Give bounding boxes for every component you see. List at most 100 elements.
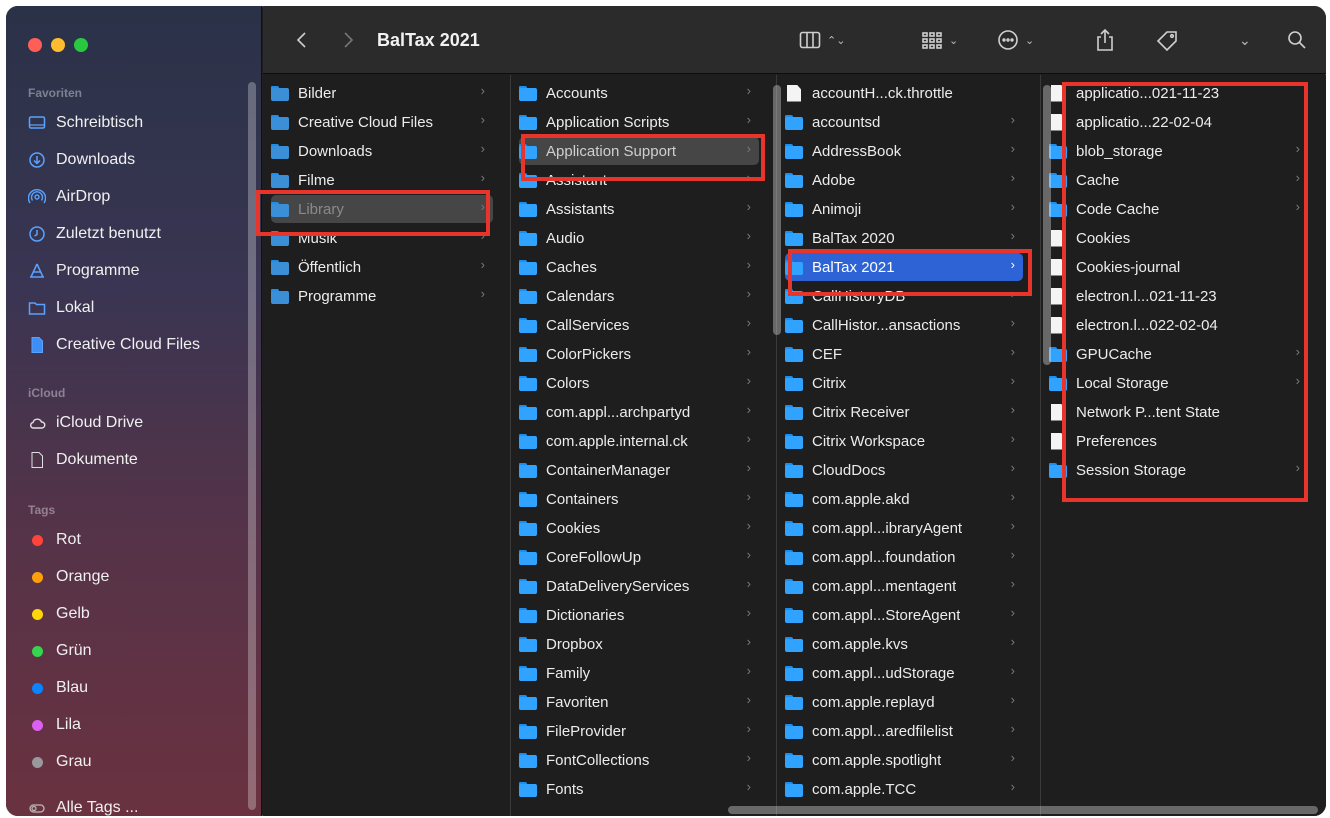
folder-row[interactable]: com.apple.TCC › xyxy=(785,775,1023,803)
folder-row[interactable]: com.appl...mentagent › xyxy=(785,572,1023,600)
sidebar-item-creative-cloud-files[interactable]: Creative Cloud Files xyxy=(28,330,200,360)
sidebar-tag-6[interactable]: Grau xyxy=(28,747,92,777)
folder-row[interactable]: Animoji › xyxy=(785,195,1023,223)
sidebar-tag-2[interactable]: Gelb xyxy=(28,599,90,629)
folder-row[interactable]: Family › xyxy=(519,659,759,687)
folder-row[interactable]: Calendars › xyxy=(519,282,759,310)
file-row[interactable]: electron.l...022-02-04 xyxy=(1049,311,1308,339)
folder-row[interactable]: Favoriten › xyxy=(519,688,759,716)
sidebar-item-zuletzt-benutzt[interactable]: Zuletzt benutzt xyxy=(28,219,161,249)
folder-row[interactable]: Downloads › xyxy=(271,137,493,165)
file-row[interactable]: applicatio...22-02-04 xyxy=(1049,108,1308,136)
folder-row[interactable]: CallHistoryDB › xyxy=(785,282,1023,310)
folder-row[interactable]: ColorPickers › xyxy=(519,340,759,368)
folder-row[interactable]: blob_storage › xyxy=(1049,137,1308,165)
folder-row[interactable]: com.appl...udStorage › xyxy=(785,659,1023,687)
sidebar-tag-5[interactable]: Lila xyxy=(28,710,81,740)
file-row[interactable]: accountH...ck.throttle xyxy=(785,79,1023,107)
sidebar-item-schreibtisch[interactable]: Schreibtisch xyxy=(28,108,143,138)
folder-row[interactable]: com.apple.kvs › xyxy=(785,630,1023,658)
sidebar-tag-0[interactable]: Rot xyxy=(28,525,81,555)
folder-row[interactable]: CallServices › xyxy=(519,311,759,339)
sidebar-item-airdrop[interactable]: AirDrop xyxy=(28,182,110,212)
folder-row[interactable]: Application Scripts › xyxy=(519,108,759,136)
group-button[interactable]: ⌄ xyxy=(921,6,958,74)
forward-button[interactable] xyxy=(341,6,355,74)
folder-row[interactable]: com.apple.akd › xyxy=(785,485,1023,513)
file-row[interactable]: Network P...tent State xyxy=(1049,398,1308,426)
folder-row[interactable]: CallHistor...ansactions › xyxy=(785,311,1023,339)
sidebar-item-lokal[interactable]: Lokal xyxy=(28,293,94,323)
folder-row[interactable]: Citrix › xyxy=(785,369,1023,397)
folder-row[interactable]: Citrix Workspace › xyxy=(785,427,1023,455)
folder-row[interactable]: Cookies › xyxy=(519,514,759,542)
file-row[interactable]: Cookies-journal xyxy=(1049,253,1308,281)
folder-row[interactable]: Filme › xyxy=(271,166,493,194)
action-menu-button[interactable]: ⌄ xyxy=(997,6,1034,74)
folder-row[interactable]: Citrix Receiver › xyxy=(785,398,1023,426)
folder-row[interactable]: Öffentlich › xyxy=(271,253,493,281)
column-3-scrollbar[interactable] xyxy=(1043,85,1051,365)
folder-row[interactable]: Assistant › xyxy=(519,166,759,194)
file-row[interactable]: electron.l...021-11-23 xyxy=(1049,282,1308,310)
folder-row[interactable]: Local Storage › xyxy=(1049,369,1308,397)
folder-row[interactable]: com.appl...archpartyd › xyxy=(519,398,759,426)
folder-row[interactable]: Assistants › xyxy=(519,195,759,223)
sidebar-item-dokumente[interactable]: Dokumente xyxy=(28,445,138,475)
file-row[interactable]: applicatio...021-11-23 xyxy=(1049,79,1308,107)
folder-row[interactable]: Session Storage › xyxy=(1049,456,1308,484)
share-button[interactable] xyxy=(1095,6,1115,74)
sidebar-item-downloads[interactable]: Downloads xyxy=(28,145,135,175)
folder-row[interactable]: Musik › xyxy=(271,224,493,252)
sidebar-scrollbar[interactable] xyxy=(248,82,256,810)
folder-row[interactable]: CEF › xyxy=(785,340,1023,368)
view-mode-button[interactable]: ⌃⌄ xyxy=(799,6,845,74)
folder-row[interactable]: Creative Cloud Files › xyxy=(271,108,493,136)
folder-row[interactable]: BalTax 2021 › xyxy=(785,253,1023,281)
file-row[interactable]: Cookies xyxy=(1049,224,1308,252)
folder-row[interactable]: Dictionaries › xyxy=(519,601,759,629)
folder-row[interactable]: Fonts › xyxy=(519,775,759,803)
sidebar-item-icloud-drive[interactable]: iCloud Drive xyxy=(28,408,143,438)
folder-row[interactable]: GPUCache › xyxy=(1049,340,1308,368)
folder-row[interactable]: Containers › xyxy=(519,485,759,513)
folder-row[interactable]: com.appl...foundation › xyxy=(785,543,1023,571)
folder-row[interactable]: com.apple.internal.ck › xyxy=(519,427,759,455)
tag-button[interactable] xyxy=(1155,6,1181,74)
folder-row[interactable]: DataDeliveryServices › xyxy=(519,572,759,600)
horizontal-scrollbar[interactable] xyxy=(728,806,1318,814)
folder-row[interactable]: FontCollections › xyxy=(519,746,759,774)
sidebar-tag-3[interactable]: Grün xyxy=(28,636,92,666)
folder-row[interactable]: Colors › xyxy=(519,369,759,397)
folder-row[interactable]: com.appl...ibraryAgent › xyxy=(785,514,1023,542)
more-toolbar-button[interactable]: ⌄ xyxy=(1233,6,1251,74)
folder-row[interactable]: ContainerManager › xyxy=(519,456,759,484)
column-2-scrollbar[interactable] xyxy=(773,85,781,335)
folder-row[interactable]: Application Support › xyxy=(519,137,759,165)
sidebar-item-programme[interactable]: Programme xyxy=(28,256,140,286)
folder-row[interactable]: accountsd › xyxy=(785,108,1023,136)
sidebar-tag-4[interactable]: Blau xyxy=(28,673,88,703)
folder-row[interactable]: Programme › xyxy=(271,282,493,310)
file-row[interactable]: Preferences xyxy=(1049,427,1308,455)
folder-row[interactable]: com.apple.spotlight › xyxy=(785,746,1023,774)
folder-row[interactable]: Code Cache › xyxy=(1049,195,1308,223)
folder-row[interactable]: Audio › xyxy=(519,224,759,252)
folder-row[interactable]: com.appl...StoreAgent › xyxy=(785,601,1023,629)
folder-row[interactable]: CoreFollowUp › xyxy=(519,543,759,571)
folder-row[interactable]: Cache › xyxy=(1049,166,1308,194)
folder-row[interactable]: AddressBook › xyxy=(785,137,1023,165)
sidebar-item-all-tags[interactable]: Alle Tags ... xyxy=(28,793,138,816)
folder-row[interactable]: com.apple.replayd › xyxy=(785,688,1023,716)
folder-row[interactable]: Accounts › xyxy=(519,79,759,107)
folder-row[interactable]: Adobe › xyxy=(785,166,1023,194)
folder-row[interactable]: Dropbox › xyxy=(519,630,759,658)
sidebar-tag-1[interactable]: Orange xyxy=(28,562,109,592)
close-window-button[interactable] xyxy=(28,38,42,52)
folder-row[interactable]: Library › xyxy=(271,195,493,223)
zoom-window-button[interactable] xyxy=(74,38,88,52)
search-button[interactable] xyxy=(1287,6,1307,74)
back-button[interactable] xyxy=(295,6,309,74)
folder-row[interactable]: CloudDocs › xyxy=(785,456,1023,484)
folder-row[interactable]: FileProvider › xyxy=(519,717,759,745)
